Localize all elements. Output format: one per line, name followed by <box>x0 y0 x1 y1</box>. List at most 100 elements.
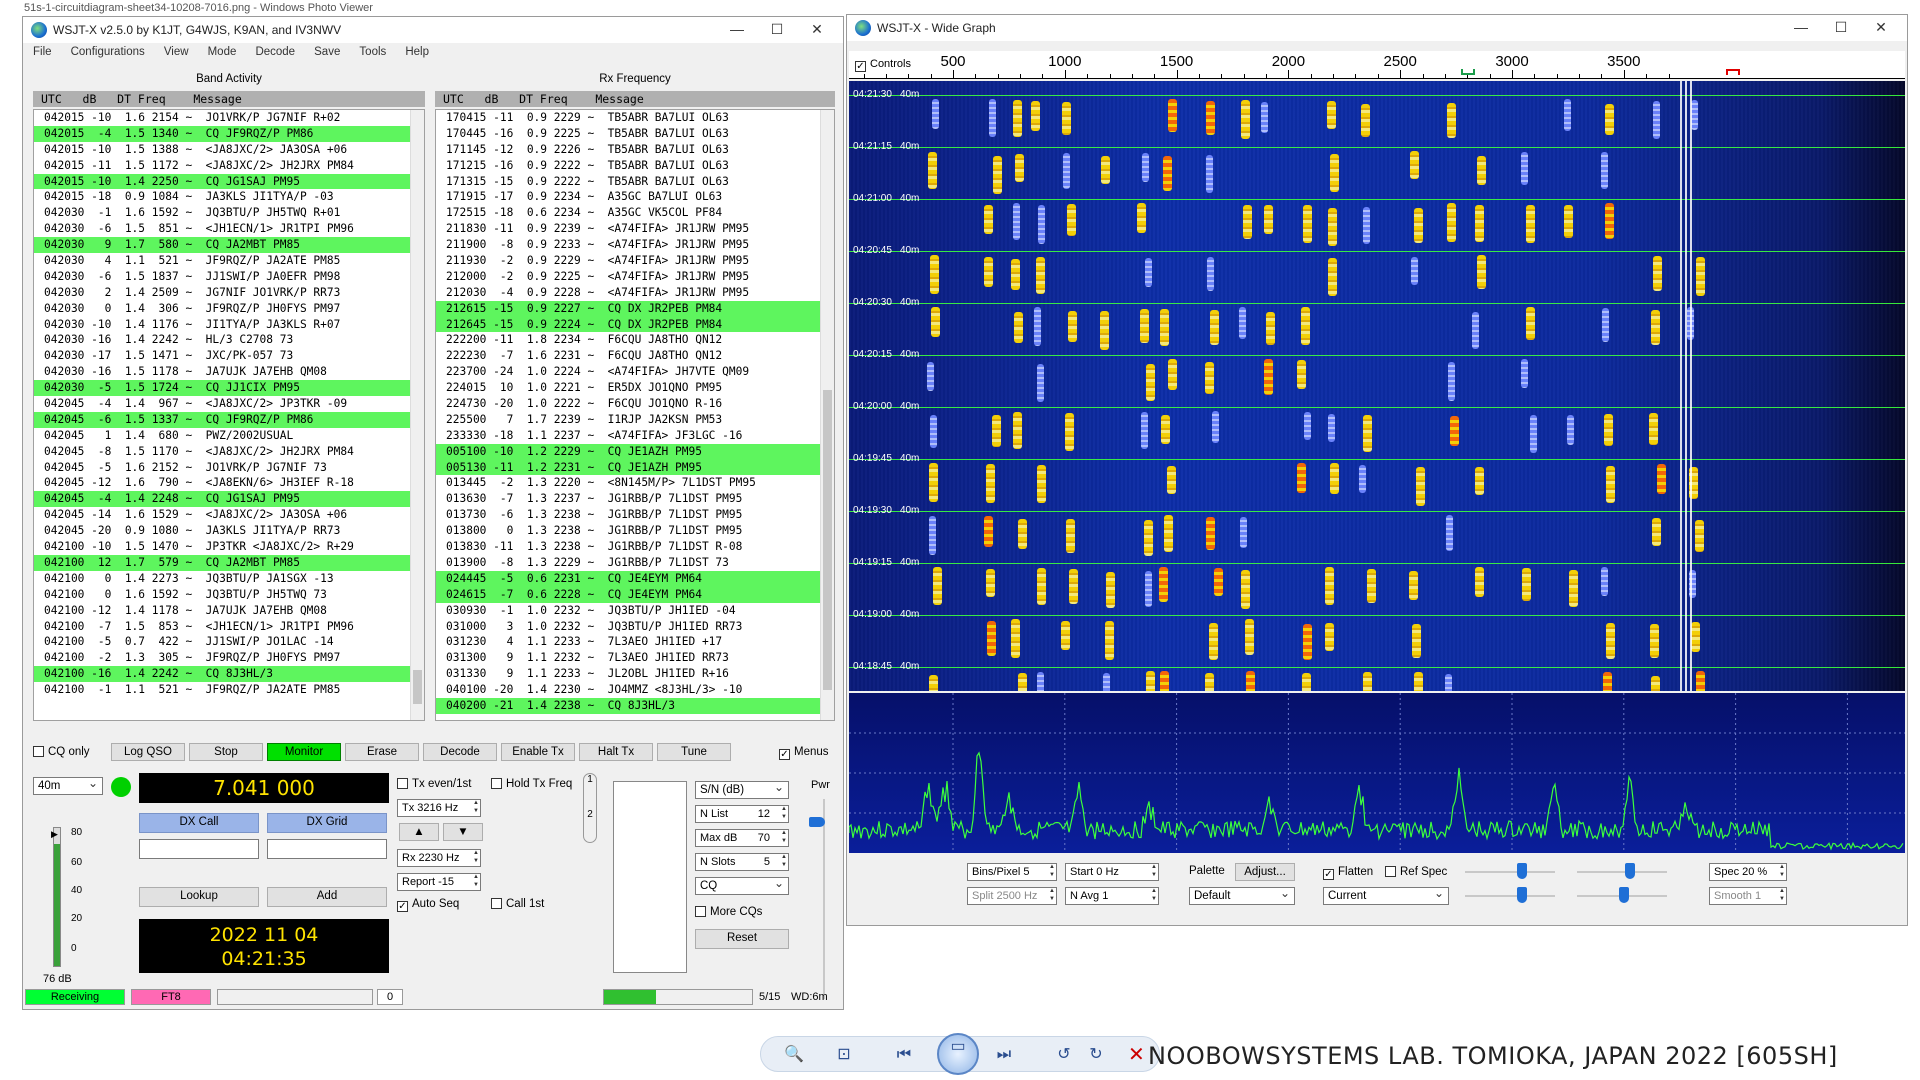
table-row[interactable]: 042100 -7 1.5 853 ~ <JH1ECN/1> JR1TPI PM… <box>34 619 424 635</box>
table-row[interactable]: 042100 0 1.6 1592 ~ JQ3BTU/P JH5TWQ 73 <box>34 587 424 603</box>
table-row[interactable]: 040100 -20 1.4 2230 ~ JO4MMZ <8J3HL/3> -… <box>436 682 834 698</box>
n-slots-spinner[interactable]: N Slots 5 <box>695 853 789 871</box>
menu-configurations[interactable]: Configurations <box>71 46 145 58</box>
tune-button[interactable]: Tune <box>657 743 731 761</box>
dx-call-input[interactable] <box>139 839 259 859</box>
adjust-button[interactable]: Adjust... <box>1235 863 1295 881</box>
table-row[interactable]: 013800 0 1.3 2238 ~ JG1RBB/P 7L1DST PM95 <box>436 523 834 539</box>
zero-slider-knob[interactable] <box>1625 863 1635 879</box>
cq-only-checkbox[interactable]: CQ only <box>33 745 90 759</box>
table-row[interactable]: 042100 12 1.7 579 ~ CQ JA2MBT PM85 <box>34 554 424 571</box>
table-row[interactable]: 171915 -17 0.9 2234 ~ A35GC BA7LUI OL63 <box>436 189 834 205</box>
tab-2[interactable]: 2 <box>584 809 596 820</box>
table-row[interactable]: 042045 -4 1.4 2248 ~ CQ JG1SAJ PM95 <box>34 491 424 508</box>
spec-gain-slider-track[interactable] <box>1465 895 1555 897</box>
next-icon[interactable]: ⏭ <box>991 1043 1017 1067</box>
menu-save[interactable]: Save <box>314 46 340 58</box>
table-row[interactable]: 042100 -10 1.5 1470 ~ JP3TKR <JA8JXC/2> … <box>34 539 424 555</box>
band-activity-list[interactable]: 042015 -10 1.6 2154 ~ JO1VRK/P JG7NIF R+… <box>33 109 425 721</box>
table-row[interactable]: 042045 -6 1.5 1337 ~ CQ JF9RQZ/P PM86 <box>34 411 424 428</box>
halt-tx-button[interactable]: Halt Tx <box>579 743 653 761</box>
table-row[interactable]: 224730 -20 1.0 2222 ~ F6CQU JO1QNO R-16 <box>436 396 834 412</box>
table-row[interactable]: 225500 7 1.7 2239 ~ I1RJP JA2KSN PM53 <box>436 412 834 428</box>
hold-tx-freq-checkbox[interactable]: Hold Tx Freq <box>491 777 572 791</box>
minimize-icon[interactable]: — <box>1781 19 1821 37</box>
table-row[interactable]: 171215 -16 0.9 2222 ~ TB5ABR BA7LUI OL63 <box>436 158 834 174</box>
rx-frequency-spinner[interactable]: Rx 2230 Hz <box>397 849 481 867</box>
call-1st-checkbox[interactable]: Call 1st <box>491 897 544 911</box>
table-row[interactable]: 031330 9 1.1 2233 ~ JL2OBL JH1IED R+16 <box>436 666 834 682</box>
start-frequency-spinner[interactable]: Start 0 Hz <box>1065 863 1159 881</box>
table-row[interactable]: 042030 -1 1.6 1592 ~ JQ3BTU/P JH5TWQ R+0… <box>34 205 424 221</box>
cq-select[interactable]: CQ <box>695 875 789 895</box>
table-row[interactable]: 233330 -18 1.1 2237 ~ <A74FIFA> JF3LGC -… <box>436 428 834 444</box>
bins-per-pixel-spinner[interactable]: Bins/Pixel 5 <box>967 863 1057 881</box>
table-row[interactable]: 211830 -11 0.9 2239 ~ <A74FIFA> JR1JRW P… <box>436 221 834 237</box>
table-row[interactable]: 042100 -5 0.7 422 ~ JJ1SWI/P JO1LAC -14 <box>34 634 424 650</box>
table-row[interactable]: 042015 -18 0.9 1084 ~ JA3KLS JI1TYA/P -0… <box>34 189 424 205</box>
lookup-button[interactable]: Lookup <box>139 887 259 907</box>
menu-mode[interactable]: Mode <box>208 46 237 58</box>
table-row[interactable]: 031000 3 1.0 2232 ~ JQ3BTU/P JH1IED RR73 <box>436 619 834 635</box>
table-row[interactable]: 005100 -10 1.2 2229 ~ CQ JE1AZH PM95 <box>436 443 834 460</box>
table-row[interactable]: 042100 -1 1.1 521 ~ JF9RQZ/P JA2ATE PM85 <box>34 682 424 698</box>
controls-checkbox[interactable]: ✓ Controls <box>855 57 911 72</box>
tx-even-checkbox[interactable]: Tx even/1st <box>397 777 471 791</box>
dx-call-button[interactable]: DX Call <box>139 813 259 833</box>
report-spinner[interactable]: Report -15 <box>397 873 481 891</box>
minimize-icon[interactable]: — <box>717 21 757 39</box>
spectrum-type-select[interactable]: Current <box>1323 885 1449 905</box>
actual-size-icon[interactable]: ⊡ <box>831 1043 857 1067</box>
stop-button[interactable]: Stop <box>189 743 263 761</box>
auto-seq-checkbox[interactable]: ✓ Auto Seq <box>397 897 459 912</box>
table-row[interactable]: 042030 0 1.4 306 ~ JF9RQZ/P JH0FYS PM97 <box>34 301 424 317</box>
table-row[interactable]: 042030 -17 1.5 1471 ~ JXC/PK-057 73 <box>34 348 424 364</box>
table-row[interactable]: 042100 0 1.4 2273 ~ JQ3BTU/P JA1SGX -13 <box>34 571 424 587</box>
table-row[interactable]: 212645 -15 0.9 2224 ~ CQ DX JR2PEB PM84 <box>436 316 834 333</box>
table-row[interactable]: 211930 -2 0.9 2229 ~ <A74FIFA> JR1JRW PM… <box>436 253 834 269</box>
table-row[interactable]: 042100 -12 1.4 1178 ~ JA7UJK JA7EHB QM08 <box>34 603 424 619</box>
rotate-left-icon[interactable]: ↺ <box>1051 1043 1077 1067</box>
table-row[interactable]: 042045 -20 0.9 1080 ~ JA3KLS JI1TYA/P RR… <box>34 523 424 539</box>
table-row[interactable]: 042030 2 1.4 2509 ~ JG7NIF JO1VRK/P RR73 <box>34 285 424 301</box>
band-select[interactable]: 40m <box>33 775 103 795</box>
enable-tx-button[interactable]: Enable Tx <box>501 743 575 761</box>
menu-file[interactable]: File <box>33 46 52 58</box>
table-row[interactable]: 013445 -2 1.3 2220 ~ <8N145M/P> 7L1DST P… <box>436 475 834 491</box>
maximize-icon[interactable]: ☐ <box>1821 19 1861 37</box>
monitor-button[interactable]: Monitor <box>267 743 341 761</box>
table-row[interactable]: 042045 -14 1.6 1529 ~ <JA8JXC/2> JA3OSA … <box>34 507 424 523</box>
table-row[interactable]: 031230 4 1.1 2233 ~ 7L3AEO JH1IED +17 <box>436 634 834 650</box>
log-qso-button[interactable]: Log QSO <box>111 743 185 761</box>
table-row[interactable]: 042030 4 1.1 521 ~ JF9RQZ/P JA2ATE PM85 <box>34 253 424 269</box>
band-activity-scrollbar[interactable] <box>410 110 424 720</box>
table-row[interactable]: 212000 -2 0.9 2225 ~ <A74FIFA> JR1JRW PM… <box>436 269 834 285</box>
tx-frequency-spinner[interactable]: Tx 3216 Hz <box>397 799 481 817</box>
reset-button[interactable]: Reset <box>695 929 789 949</box>
table-row[interactable]: 042045 -8 1.5 1170 ~ <JA8JXC/2> JH2JRX P… <box>34 444 424 460</box>
table-row[interactable]: 042100 -16 1.4 2242 ~ CQ 8J3HL/3 <box>34 666 424 683</box>
table-row[interactable]: 042030 -10 1.4 1176 ~ JI1TYA/P JA3KLS R+… <box>34 317 424 333</box>
ref-spec-checkbox[interactable]: Ref Spec <box>1385 865 1447 879</box>
tx-up-button[interactable]: ▲ <box>399 823 439 841</box>
table-row[interactable]: 013830 -11 1.3 2238 ~ JG1RBB/P 7L1DST R-… <box>436 539 834 555</box>
rx-frequency-list[interactable]: 170415 -11 0.9 2229 ~ TB5ABR BA7LUI OL63… <box>435 109 835 721</box>
pwr-slider-track[interactable] <box>823 799 825 999</box>
tab-1[interactable]: 1 <box>584 774 596 785</box>
rx-frequency-scrollbar[interactable] <box>820 110 834 720</box>
erase-button[interactable]: Erase <box>345 743 419 761</box>
pwr-slider-knob[interactable] <box>809 817 825 827</box>
table-row[interactable]: 042030 -16 1.4 2242 ~ HL/3 C2708 73 <box>34 332 424 348</box>
menu-tools[interactable]: Tools <box>359 46 386 58</box>
table-row[interactable]: 030930 -1 1.0 2232 ~ JQ3BTU/P JH1IED -04 <box>436 603 834 619</box>
maximize-icon[interactable]: ☐ <box>757 21 797 39</box>
dx-grid-button[interactable]: DX Grid <box>267 813 387 833</box>
zoom-icon[interactable]: 🔍 <box>781 1043 807 1067</box>
table-row[interactable]: 042030 9 1.7 580 ~ CQ JA2MBT PM85 <box>34 237 424 254</box>
table-row[interactable]: 042100 -2 1.3 305 ~ JF9RQZ/P JH0FYS PM97 <box>34 650 424 666</box>
table-row[interactable]: 013630 -7 1.3 2237 ~ JG1RBB/P 7L1DST PM9… <box>436 491 834 507</box>
spec-percent-spinner[interactable]: Spec 20 % <box>1709 863 1787 881</box>
table-row[interactable]: 031300 9 1.1 2232 ~ 7L3AEO JH1IED RR73 <box>436 650 834 666</box>
table-row[interactable]: 042015 -10 1.6 2154 ~ JO1VRK/P JG7NIF R+… <box>34 110 424 126</box>
dx-grid-input[interactable] <box>267 839 387 859</box>
